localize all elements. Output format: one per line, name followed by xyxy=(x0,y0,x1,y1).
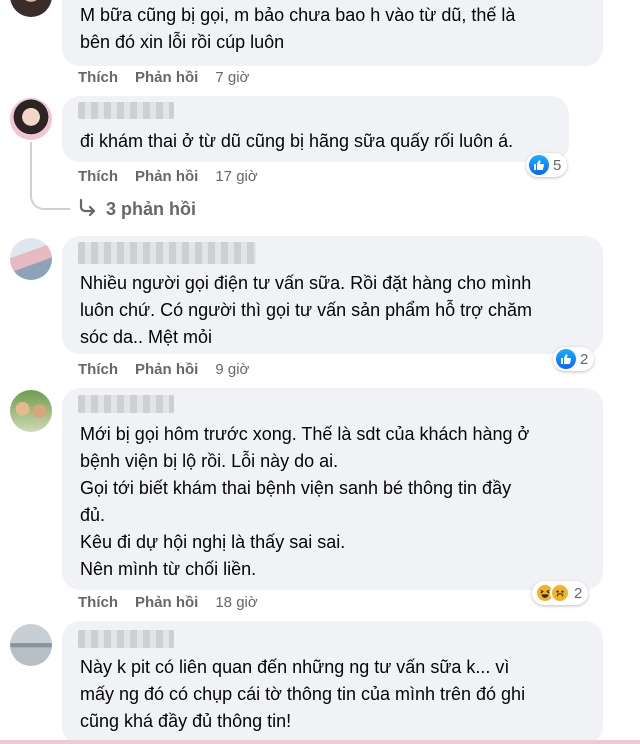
reply-button[interactable]: Phản hồi xyxy=(135,168,198,185)
avatar[interactable] xyxy=(10,238,52,280)
avatar[interactable] xyxy=(10,624,52,666)
thumbs-up-icon xyxy=(529,155,549,175)
like-button[interactable]: Thích xyxy=(78,594,118,611)
timestamp[interactable]: 7 giờ xyxy=(215,69,249,86)
comment-text: Này k pit có liên quan đến những ng tư v… xyxy=(80,657,526,731)
reaction-summary[interactable]: 5 xyxy=(526,153,568,177)
comment-text: Mới bị gọi hôm trước xong. Thế là sdt củ… xyxy=(80,424,530,579)
comment-actions: Thích Phản hồi 7 giờ xyxy=(78,69,249,86)
redacted-name xyxy=(78,102,174,119)
comment-text: đi khám thai ở từ dũ cũng bị hãng sữa qu… xyxy=(80,131,514,151)
avatar[interactable] xyxy=(10,98,52,140)
reply-button[interactable]: Phản hồi xyxy=(135,594,198,611)
redacted-name xyxy=(78,630,174,648)
comment-actions: Thích Phản hồi 17 giờ xyxy=(78,168,258,185)
like-button[interactable]: Thích xyxy=(78,361,118,378)
view-replies-link[interactable]: 3 phản hồi xyxy=(78,198,196,221)
reply-button[interactable]: Phản hồi xyxy=(135,69,198,86)
redacted-name xyxy=(78,395,174,413)
reaction-count: 2 xyxy=(574,584,583,602)
reaction-count: 2 xyxy=(580,350,589,368)
view-replies-label: 3 phản hồi xyxy=(106,199,196,219)
timestamp[interactable]: 9 giờ xyxy=(215,361,249,378)
comment-actions: Thích Phản hồi 18 giờ xyxy=(78,594,258,611)
thumbs-up-icon xyxy=(556,349,576,369)
reaction-summary[interactable]: 2 xyxy=(553,347,595,371)
reaction-count: 5 xyxy=(553,156,562,174)
timestamp[interactable]: 17 giờ xyxy=(215,168,257,185)
redacted-name xyxy=(78,242,256,264)
avatar[interactable] xyxy=(10,0,52,17)
reaction-summary[interactable]: 2 xyxy=(532,581,589,605)
comment-text: M bữa cũng bị gọi, m bảo chưa bao h vào … xyxy=(80,5,516,52)
reply-button[interactable]: Phản hồi xyxy=(135,361,198,378)
comment-text: Nhiều người gọi điện tư vấn sữa. Rồi đặt… xyxy=(80,273,532,347)
reply-arrow-icon xyxy=(78,198,98,221)
like-button[interactable]: Thích xyxy=(78,69,118,86)
timestamp[interactable]: 18 giờ xyxy=(215,594,257,611)
crying-face-icon xyxy=(550,583,570,603)
like-button[interactable]: Thích xyxy=(78,168,118,185)
bottom-edge xyxy=(0,740,640,744)
avatar[interactable] xyxy=(10,390,52,432)
comment-actions: Thích Phản hồi 9 giờ xyxy=(78,361,249,378)
